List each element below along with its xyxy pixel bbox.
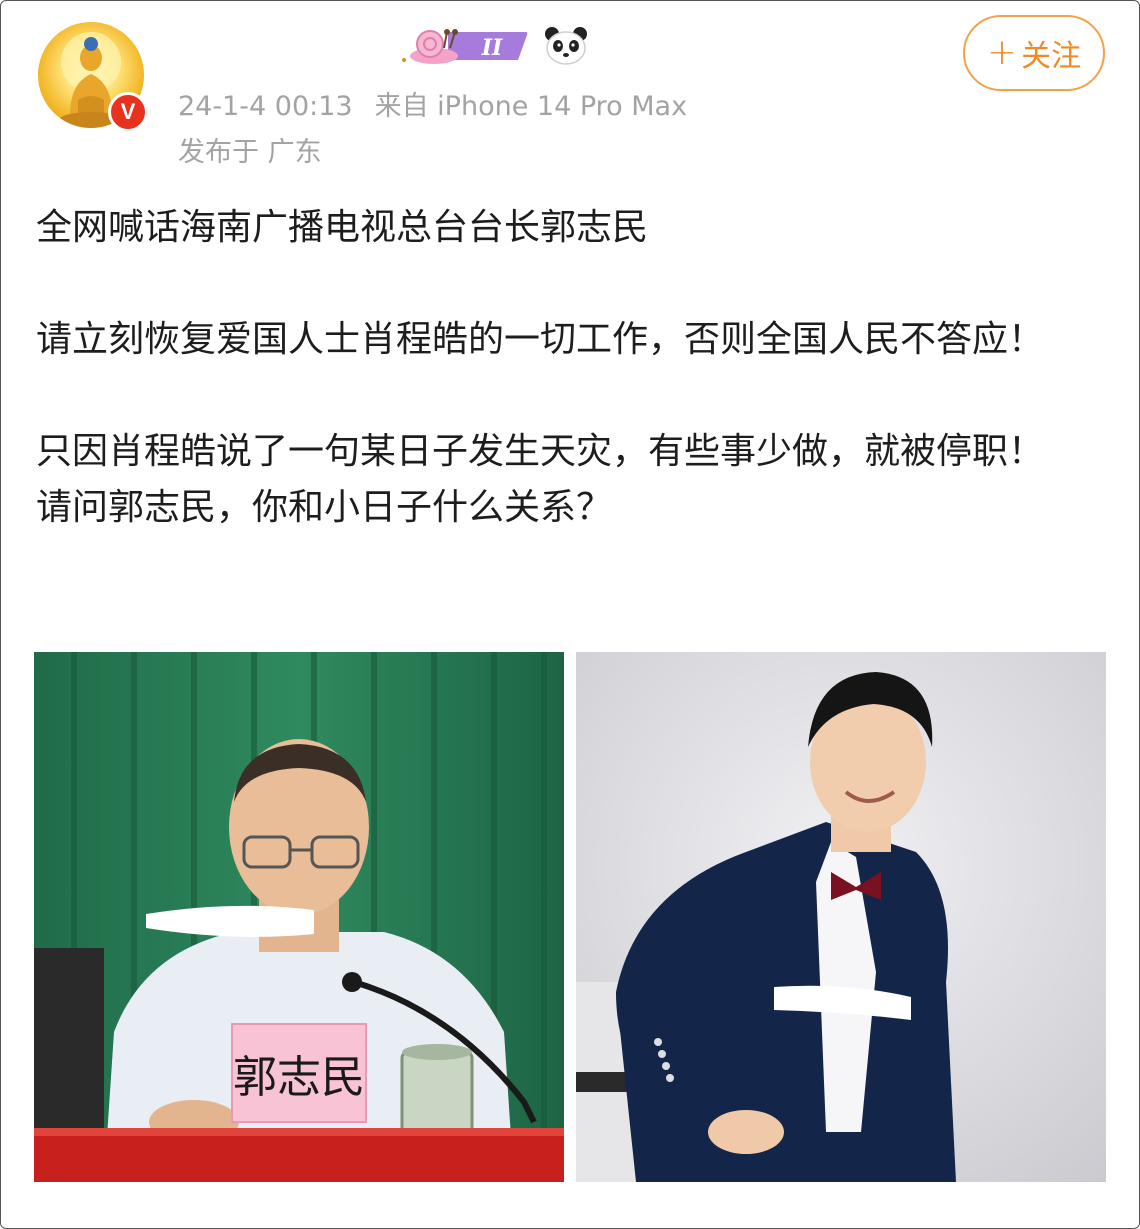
post-meta: 24-1-4 00:13 来自 iPhone 14 Pro Max — [178, 84, 687, 123]
post-image-left[interactable]: 郭志民 — [34, 652, 564, 1182]
follow-button[interactable]: + 关注 — [963, 15, 1105, 91]
post-image-right[interactable] — [576, 652, 1106, 1182]
nameplate-text: 郭志民 — [233, 1052, 365, 1103]
post-timestamp: 24-1-4 00:13 — [178, 91, 353, 122]
snail-level-badge-icon[interactable]: II — [400, 26, 530, 66]
user-badges: II — [400, 24, 588, 68]
post-line-headline: 全网喊话海南广播电视总台台长郭志民 — [36, 207, 649, 248]
post-line-reason: 只因肖程皓说了一句某日子发生天灾，有些事少做，就被停职！ — [36, 431, 1045, 472]
post-location: 发布于 广东 — [178, 137, 322, 168]
post-line-demand: 请立刻恢复爱国人士肖程皓的一切工作，否则全国人民不答应！ — [36, 319, 1045, 360]
post-source: 来自 iPhone 14 Pro Max — [374, 91, 688, 122]
host-photo — [576, 652, 1106, 1182]
official-photo: 郭志民 — [34, 652, 564, 1182]
plus-icon: + — [986, 32, 1018, 73]
follow-label: 关注 — [1021, 39, 1082, 74]
post-line-question: 请问郭志民，你和小日子什么关系？ — [36, 487, 613, 528]
verified-badge: V — [108, 92, 148, 132]
panda-badge-icon[interactable] — [544, 26, 588, 66]
snail-badge-text: II — [481, 35, 503, 61]
post-content: 全网喊话海南广播电视总台台长郭志民 请立刻恢复爱国人士肖程皓的一切工作，否则全国… — [36, 200, 1096, 536]
